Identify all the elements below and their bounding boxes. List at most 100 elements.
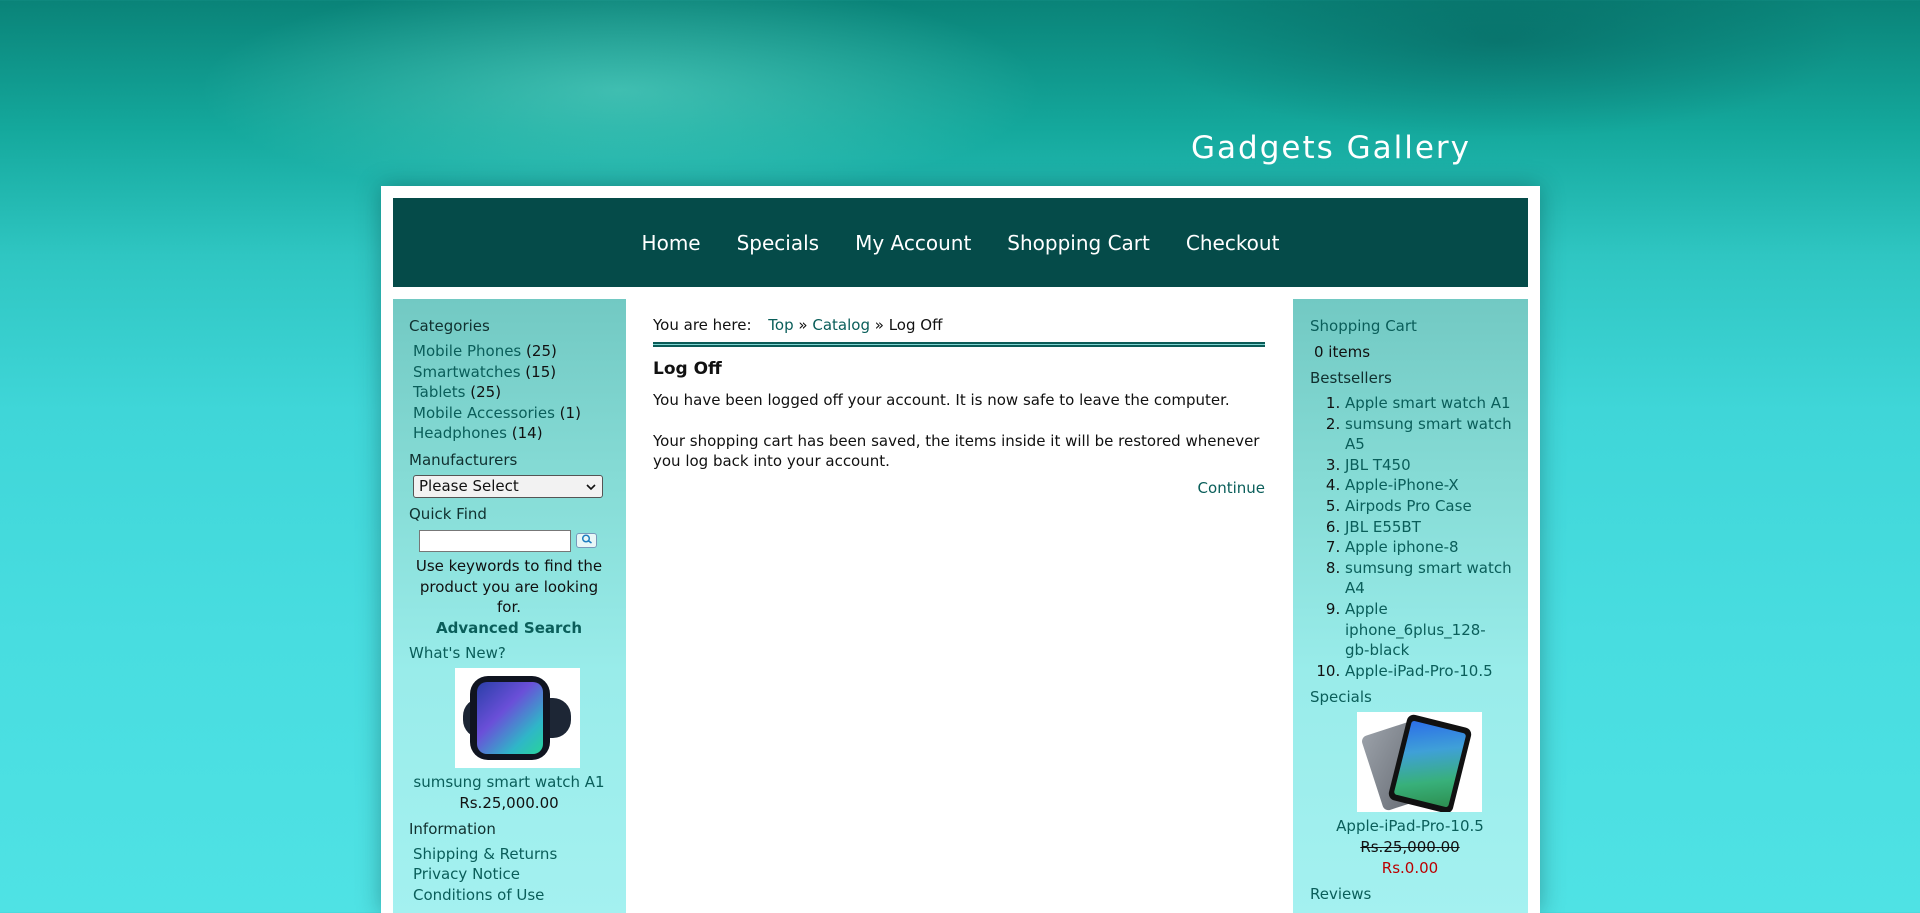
whats-new-product-price: Rs.25,000.00	[459, 793, 559, 812]
quick-find-row	[419, 529, 626, 552]
category-count: (1)	[559, 403, 581, 422]
advanced-search-wrap: Advanced Search	[409, 618, 609, 639]
category-item: Smartwatches (15)	[413, 362, 626, 383]
special-name-wrap: Apple-iPad-Pro-10.5	[1310, 816, 1510, 837]
category-link-smartwatches[interactable]: Smartwatches	[413, 363, 521, 381]
cart-items: 0 items	[1314, 343, 1371, 361]
reviews-link[interactable]: Reviews	[1310, 885, 1371, 903]
main-nav: Home Specials My Account Shopping Cart C…	[393, 198, 1528, 287]
special-product-link[interactable]: Apple-iPad-Pro-10.5	[1336, 817, 1484, 835]
information-title: Information	[409, 819, 496, 838]
search-button[interactable]	[576, 533, 597, 549]
quick-find-title: Quick Find	[409, 504, 487, 523]
bestseller-link[interactable]: Airpods Pro Case	[1345, 497, 1472, 515]
advanced-search-link[interactable]: Advanced Search	[436, 619, 582, 637]
nav-my-account[interactable]: My Account	[855, 231, 971, 255]
logoff-message: You have been logged off your account. I…	[653, 391, 1230, 409]
bestsellers-title: Bestsellers	[1310, 369, 1392, 387]
nav-shopping-cart[interactable]: Shopping Cart	[1007, 231, 1150, 255]
bestseller-link[interactable]: Apple-iPad-Pro-10.5	[1345, 662, 1493, 680]
list-item: Apple-iPhone-X	[1345, 475, 1528, 496]
category-count: (25)	[526, 342, 557, 360]
info-item: Privacy Notice	[413, 864, 626, 885]
breadcrumb-top[interactable]: Top	[768, 316, 793, 334]
list-item: JBL T450	[1345, 455, 1528, 476]
list-item: Airpods Pro Case	[1345, 496, 1528, 517]
whats-new-name-wrap: sumsung smart watch A1	[409, 772, 609, 793]
info-item: Shipping & Returns	[413, 844, 626, 865]
site-title: Gadgets Gallery	[1191, 130, 1472, 166]
breadcrumb: You are here: Top » Catalog » Log Off	[653, 315, 1265, 335]
info-item: Conditions of Use	[413, 885, 626, 906]
bestseller-link[interactable]: sumsung smart watch A4	[1345, 559, 1512, 598]
continue-button[interactable]: Continue	[1198, 479, 1265, 497]
shipping-returns-link[interactable]: Shipping & Returns	[413, 845, 557, 863]
breadcrumb-catalog[interactable]: Catalog	[812, 316, 870, 334]
category-count: (14)	[511, 424, 543, 443]
manufacturers-select-value: Please Select	[419, 477, 519, 496]
bestsellers-list: Apple smart watch A1 sumsung smart watch…	[1345, 393, 1528, 681]
special-new-price: Rs.0.00	[1381, 858, 1439, 877]
special-old-price: Rs.25,000.00	[1360, 837, 1460, 856]
list-item: Apple-iPad-Pro-10.5	[1345, 661, 1528, 682]
reviews-title: Reviews	[1310, 885, 1528, 903]
cart-saved-message: Your shopping cart has been saved, the i…	[653, 431, 1260, 471]
nav-specials[interactable]: Specials	[737, 231, 819, 255]
category-link-tablets[interactable]: Tablets	[413, 383, 466, 401]
breadcrumb-separator: »	[798, 316, 808, 334]
main-content: You are here: Top » Catalog » Log Off Lo…	[653, 299, 1265, 497]
left-column: Categories Mobile Phones (25) Smartwatch…	[393, 299, 626, 913]
watch-screen	[477, 682, 543, 755]
whats-new-product-link[interactable]: sumsung smart watch A1	[413, 773, 604, 791]
breadcrumb-separator: »	[874, 316, 884, 334]
category-item: Headphones (14)	[413, 423, 626, 444]
category-item: Mobile Phones (25)	[413, 341, 626, 362]
category-item: Mobile Accessories (1)	[413, 403, 626, 424]
breadcrumb-lead: You are here:	[653, 316, 752, 334]
bestseller-link[interactable]: JBL T450	[1345, 456, 1411, 474]
bestseller-link[interactable]: sumsung smart watch A5	[1345, 415, 1512, 454]
nav-home[interactable]: Home	[642, 231, 701, 255]
category-link-mobile-accessories[interactable]: Mobile Accessories	[413, 404, 555, 422]
categories-title: Categories	[409, 317, 490, 335]
quick-find-hint: Use keywords to find the product you are…	[415, 556, 603, 617]
category-link-mobile-phones[interactable]: Mobile Phones	[413, 342, 521, 360]
list-item: JBL E55BT	[1345, 517, 1528, 538]
breadcrumb-current: Log Off	[888, 316, 943, 334]
specials-title: Specials	[1310, 688, 1528, 706]
bestseller-link[interactable]: Apple smart watch A1	[1345, 394, 1511, 412]
smartwatch-image[interactable]	[455, 668, 580, 769]
conditions-of-use-link[interactable]: Conditions of Use	[413, 886, 544, 904]
bestseller-link[interactable]: Apple iphone-8	[1345, 538, 1459, 556]
shopping-cart-title: Shopping Cart	[1310, 317, 1528, 335]
categories-list: Mobile Phones (25) Smartwatches (15) Tab…	[409, 341, 626, 444]
page-wrapper: Home Specials My Account Shopping Cart C…	[381, 186, 1540, 913]
search-icon	[581, 534, 593, 547]
list-item: sumsung smart watch A4	[1345, 558, 1528, 599]
quick-find-input[interactable]	[419, 529, 571, 552]
chevron-down-icon	[586, 477, 596, 495]
list-item: sumsung smart watch A5	[1345, 414, 1528, 455]
information-list: Shipping & Returns Privacy Notice Condit…	[409, 844, 626, 906]
nav-checkout[interactable]: Checkout	[1186, 231, 1280, 255]
privacy-notice-link[interactable]: Privacy Notice	[413, 865, 520, 883]
header-banner	[0, 0, 1920, 190]
category-count: (25)	[470, 383, 502, 402]
continue-wrap: Continue	[653, 479, 1265, 497]
right-column: Shopping Cart 0 items Bestsellers Apple …	[1293, 299, 1528, 913]
bestseller-link[interactable]: JBL E55BT	[1345, 518, 1421, 536]
shopping-cart-box-link[interactable]: Shopping Cart	[1310, 317, 1417, 335]
page-title: Log Off	[653, 359, 722, 379]
whats-new-link[interactable]: What's New?	[409, 644, 506, 662]
list-item: Apple iphone_6plus_128-gb-black	[1345, 599, 1528, 661]
bestseller-link[interactable]: Apple-iPhone-X	[1345, 476, 1459, 494]
specials-box-link[interactable]: Specials	[1310, 688, 1372, 706]
category-count: (15)	[525, 362, 557, 381]
category-item: Tablets (25)	[413, 382, 626, 403]
list-item: Apple smart watch A1	[1345, 393, 1528, 414]
tablet-image[interactable]	[1356, 712, 1482, 813]
list-item: Apple iphone-8	[1345, 537, 1528, 558]
manufacturers-select[interactable]: Please Select	[413, 474, 603, 498]
category-link-headphones[interactable]: Headphones	[413, 424, 507, 442]
bestseller-link[interactable]: Apple iphone_6plus_128-gb-black	[1345, 600, 1486, 659]
